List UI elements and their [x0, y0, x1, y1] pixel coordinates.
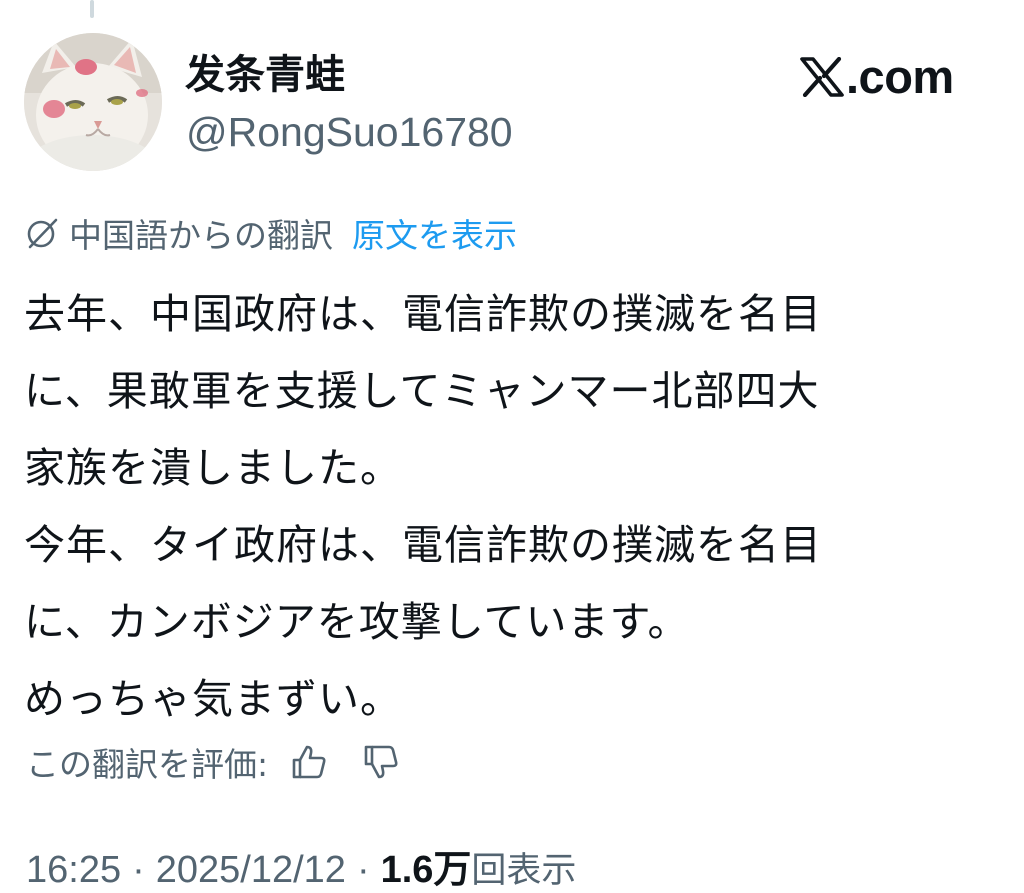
show-original-link[interactable]: 原文を表示 [352, 209, 517, 257]
tweet-line: に、カンボジアを攻撃しています。 [24, 598, 690, 646]
brand-name: .com [846, 50, 954, 103]
views-label: 回表示 [471, 851, 577, 891]
tweet-line: に、果敢軍を支援してミャンマー北部四大 [24, 367, 820, 415]
thumbs-down-icon[interactable] [362, 743, 400, 781]
tweet-line: 家族を潰しました。 [24, 444, 402, 492]
globe-icon [27, 218, 58, 249]
x-logo-icon [800, 57, 844, 97]
thread-connector-line [90, 0, 94, 18]
translation-header: 中国語からの翻訳 原文を表示 [26, 206, 517, 260]
rate-translation-label: この翻訳を評価: [26, 745, 269, 784]
tweet-line: 今年、タイ政府は、電信詐欺の撲滅を名目 [24, 521, 822, 569]
brand-watermark: .com [800, 50, 954, 104]
translation-source-label: 中国語からの翻訳 [69, 216, 333, 255]
thumbs-up-icon[interactable] [290, 743, 328, 781]
meta-separator: · [356, 849, 370, 891]
tweet-line: めっちゃ気まずい。 [24, 675, 402, 723]
rate-translation: この翻訳を評価: [26, 736, 400, 788]
tweet-text: 去年、中国政府は、電信詐欺の撲滅を名目 に、果敢軍を支援してミャンマー北部四大 … [24, 276, 1014, 738]
tweet-meta: 16:25 · 2025/12/12 · 1.6万 回表示 [26, 838, 576, 891]
tweet-date[interactable]: 2025/12/12 [156, 849, 346, 892]
meta-separator: · [132, 849, 145, 891]
author-handle[interactable]: @RongSuo16780 [186, 106, 513, 158]
views-count: 1.6万 [380, 849, 472, 891]
cat-avatar-icon [24, 33, 162, 171]
tweet-time[interactable]: 16:25 [26, 849, 121, 892]
author-display-name[interactable]: 发条青蛙 [185, 49, 345, 101]
avatar[interactable] [24, 33, 162, 171]
tweet-line: 去年、中国政府は、電信詐欺の撲滅を名目 [24, 290, 822, 338]
